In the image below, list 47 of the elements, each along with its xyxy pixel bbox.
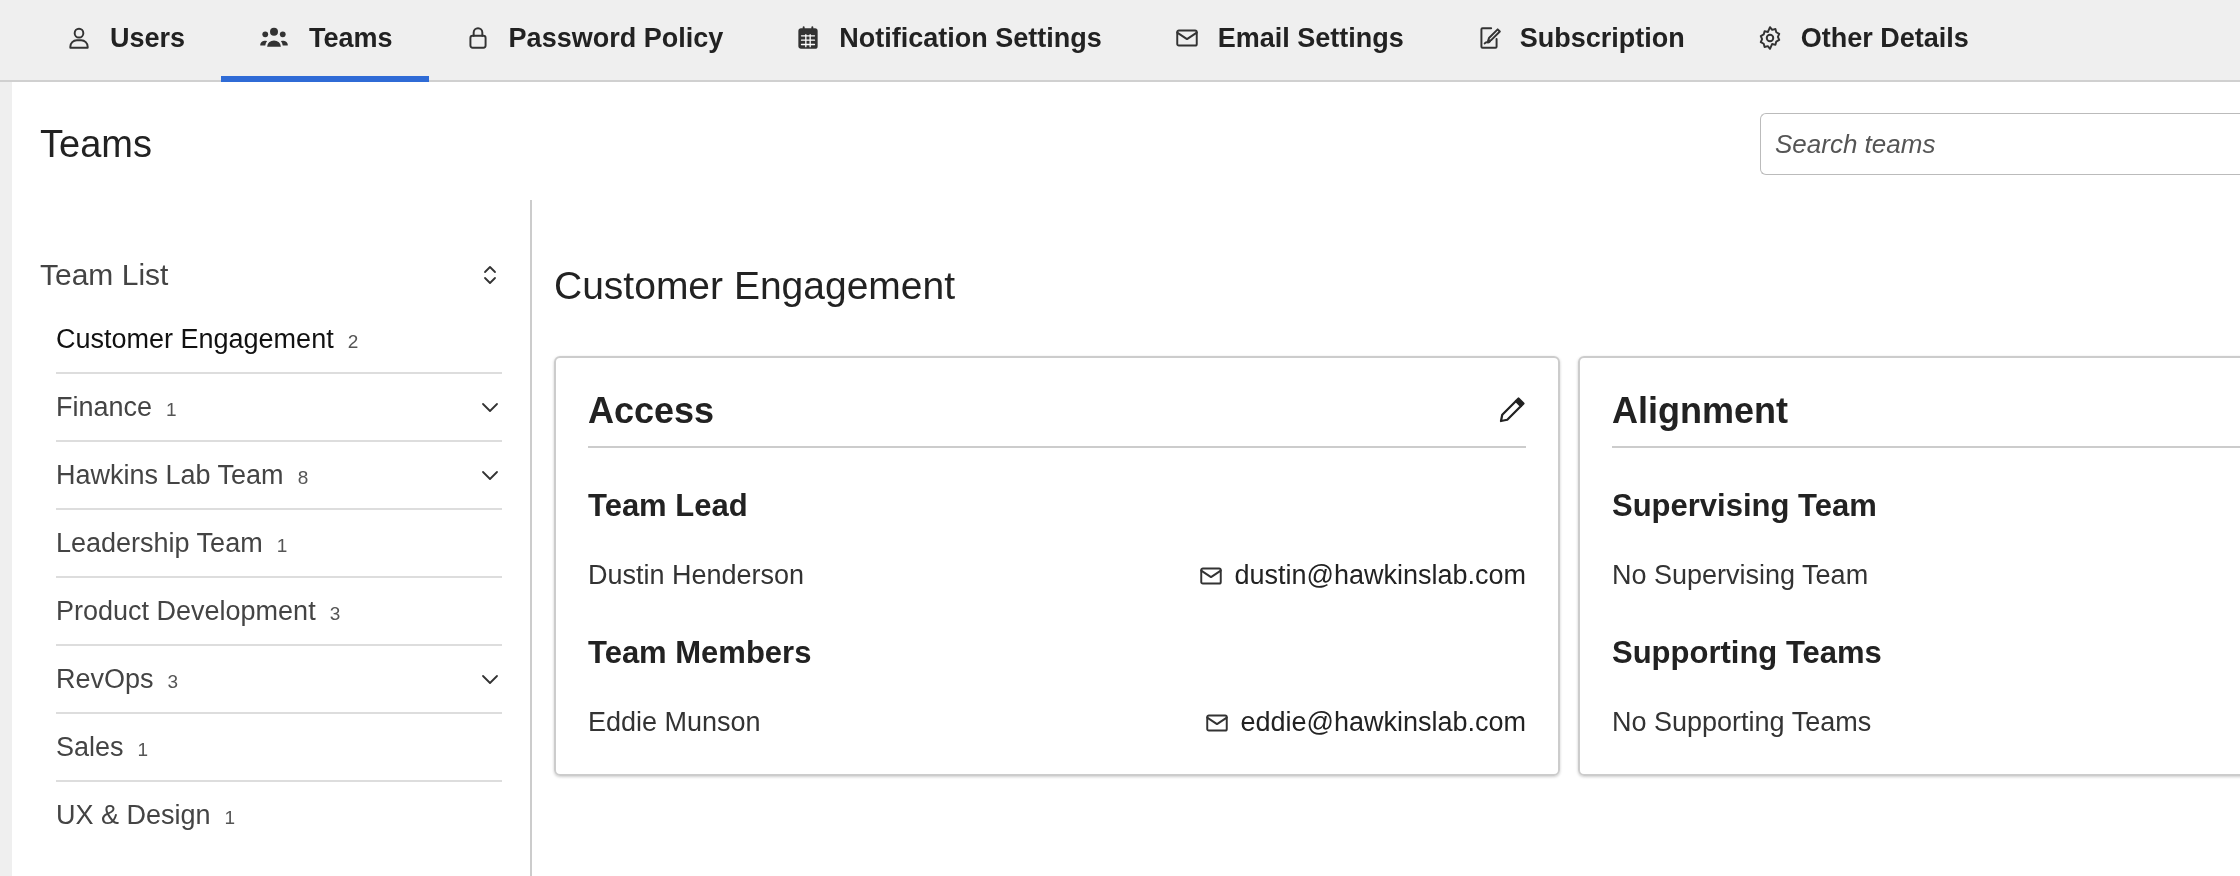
team-title: Customer Engagement xyxy=(554,264,957,308)
team-list-item[interactable]: Product Development 3 xyxy=(56,578,502,646)
team-list-item[interactable]: Customer Engagement 2 xyxy=(56,306,502,374)
page-title: Teams xyxy=(40,122,152,166)
tab[interactable]: Other Details xyxy=(1720,0,2005,82)
team-name: Sales xyxy=(56,731,124,762)
team-name: Leadership Team xyxy=(56,527,263,558)
member-count: 1 xyxy=(137,738,149,760)
person-icon xyxy=(66,25,92,51)
section-heading: Supporting Teams xyxy=(1612,635,1883,671)
email-address: eddie@hawkinslab.com xyxy=(1240,707,1526,738)
tab[interactable]: Notification Settings xyxy=(759,0,1138,82)
section-heading: Team Lead xyxy=(588,488,749,524)
section-heading: Supervising Team xyxy=(1612,488,1878,524)
team-name: Hawkins Lab Team xyxy=(56,459,284,490)
team-name: Product Development xyxy=(56,595,316,626)
team-name: UX & Design xyxy=(56,799,211,830)
person-name: Eddie Munson xyxy=(588,707,761,738)
list-title: Team List xyxy=(40,258,169,292)
team-list-item[interactable]: RevOps 3 xyxy=(56,646,502,714)
member-count: 3 xyxy=(329,602,341,624)
tab[interactable]: Password Policy xyxy=(428,0,760,82)
person-name: Dustin Henderson xyxy=(588,560,805,591)
member-count: 2 xyxy=(347,330,359,352)
person-name: No Supporting Teams xyxy=(1612,707,1872,738)
tab[interactable]: Subscription xyxy=(1439,0,1721,82)
team-name: RevOps xyxy=(56,663,154,694)
member-count: 3 xyxy=(167,670,179,692)
team-list-item[interactable]: Sales 1 xyxy=(56,714,502,782)
person-name: No Supervising Team xyxy=(1612,560,1869,591)
member-count: 8 xyxy=(297,466,309,488)
team-name: Customer Engagement xyxy=(56,323,334,354)
team-list-item[interactable]: UX & Design 1 xyxy=(56,782,502,848)
card-title: Access xyxy=(588,390,715,432)
card-title: Alignment xyxy=(1612,390,1788,432)
tab[interactable]: Email Settings xyxy=(1137,0,1440,82)
team-name: Finance xyxy=(56,391,153,422)
tab[interactable]: Users xyxy=(30,0,222,82)
team-list-item[interactable]: Leadership Team 1 xyxy=(56,510,502,578)
member-count: 1 xyxy=(276,534,288,556)
member-count: 1 xyxy=(166,398,177,420)
search-field[interactable]: Search teams xyxy=(1760,113,2240,175)
member-count: 1 xyxy=(224,806,236,828)
team-list-item[interactable]: Finance 1 xyxy=(56,374,502,442)
section-heading: Team Members xyxy=(588,635,813,671)
email-address: dustin@hawkinslab.com xyxy=(1234,560,1526,591)
team-list-item[interactable]: Hawkins Lab Team 8 xyxy=(56,442,502,510)
